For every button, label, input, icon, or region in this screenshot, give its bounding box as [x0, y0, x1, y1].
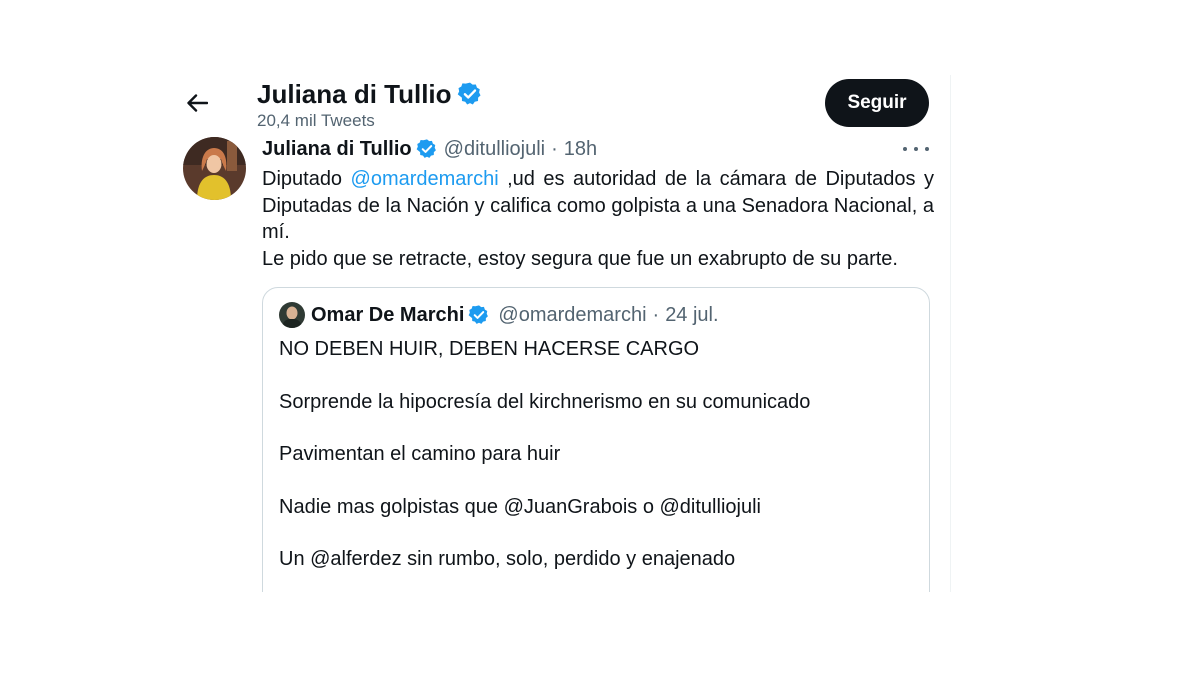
- tweet-text-line2: Le pido que se retracte, estoy segura qu…: [262, 247, 898, 270]
- separator-dot: ·: [652, 304, 660, 326]
- more-options-button[interactable]: [903, 139, 929, 159]
- tweet-text: Diputado @omardemarchi ,ud es autoridad …: [262, 166, 934, 272]
- follow-button[interactable]: Seguir: [825, 79, 929, 127]
- quoted-paragraph: Un @alferdez sin rumbo, solo, perdido y …: [279, 548, 736, 570]
- avatar[interactable]: [183, 137, 246, 200]
- profile-header-title: Juliana di Tullio: [257, 77, 483, 111]
- tweet-author-handle[interactable]: @ditulliojuli: [444, 137, 545, 161]
- back-button[interactable]: [183, 89, 211, 117]
- more-dot-icon: [914, 147, 918, 151]
- verified-badge-icon: [416, 138, 438, 160]
- tweet-count: 20,4 mil Tweets: [257, 111, 375, 130]
- quoted-author-avatar: [279, 302, 305, 328]
- quoted-paragraph: Pavimentan el camino para huir: [279, 443, 561, 465]
- mention-link[interactable]: @omardemarchi: [351, 168, 499, 190]
- profile-name: Juliana di Tullio: [257, 79, 452, 109]
- more-dot-icon: [925, 147, 929, 151]
- quoted-tweet-card[interactable]: Omar De Marchi @omardemarchi · 24 jul. N…: [262, 287, 930, 592]
- separator-dot: ·: [551, 138, 558, 160]
- quoted-author-name: Omar De Marchi: [311, 304, 465, 326]
- tweet-header: Juliana di Tullio @ditulliojuli · 18h: [262, 137, 597, 161]
- profile-timeline-panel: Juliana di Tullio 20,4 mil Tweets Seguir…: [175, 75, 951, 592]
- verified-badge-icon: [468, 304, 490, 326]
- quoted-author-handle: @omardemarchi: [498, 304, 647, 326]
- arrow-left-icon: [187, 94, 208, 112]
- more-dot-icon: [903, 147, 907, 151]
- quoted-paragraph: Sorprende la hipocresía del kirchnerismo…: [279, 390, 811, 413]
- quoted-tweet-timestamp: 24 jul.: [665, 304, 719, 326]
- verified-badge-icon: [457, 81, 483, 107]
- quoted-paragraph: Nadie mas golpistas que @JuanGrabois o @…: [279, 495, 761, 518]
- quoted-paragraph: NO DEBEN HUIR, DEBEN HACERSE CARGO: [279, 338, 700, 360]
- tweet-text-prefix: Diputado: [262, 168, 351, 190]
- tweet-author-name[interactable]: Juliana di Tullio: [262, 137, 412, 161]
- quoted-tweet-header: Omar De Marchi @omardemarchi · 24 jul.: [279, 302, 719, 328]
- quoted-tweet-text: NO DEBEN HUIR, DEBEN HACERSE CARGO Sorpr…: [279, 336, 909, 592]
- tweet-timestamp[interactable]: 18h: [564, 137, 597, 161]
- avatar-image: [183, 137, 246, 200]
